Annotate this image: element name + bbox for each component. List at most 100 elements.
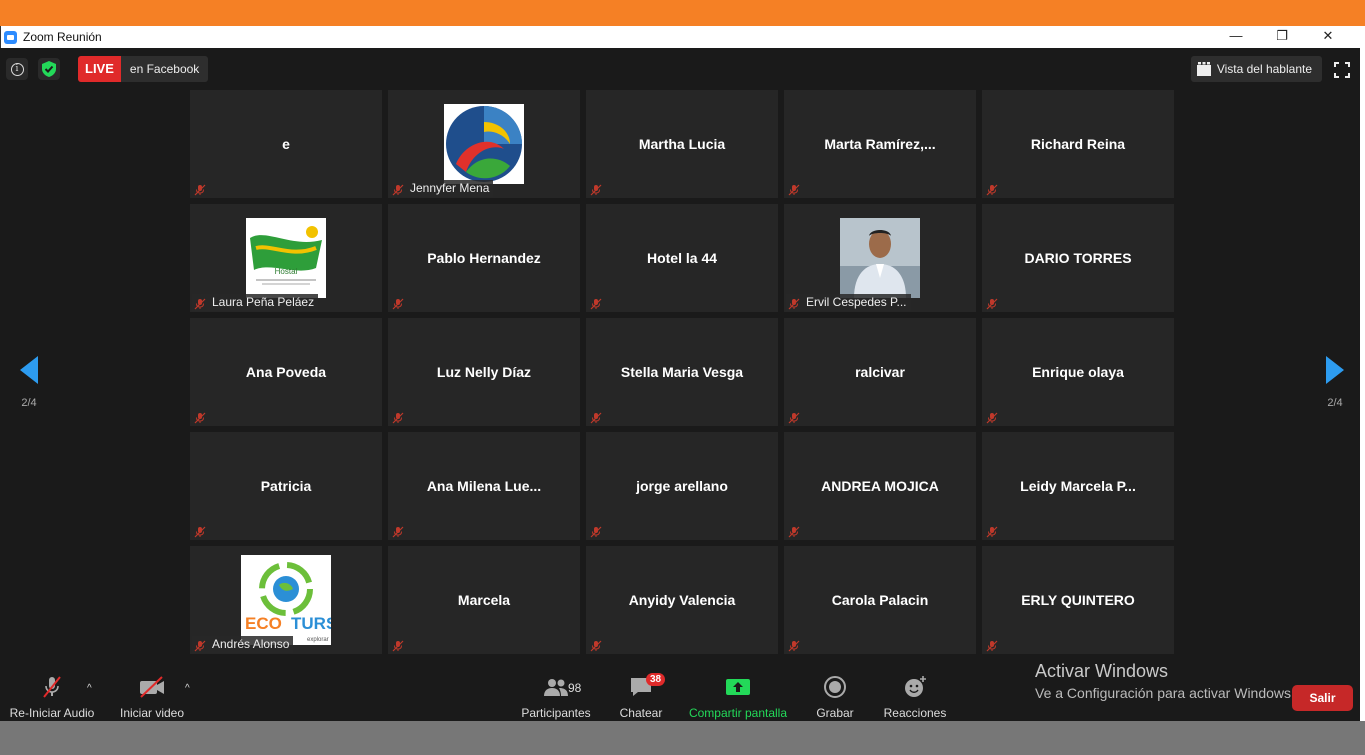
participant-tile[interactable]: Ervil Cespedes P... (784, 204, 976, 312)
muted-mic-icon (986, 183, 998, 196)
participants-button[interactable]: 98 Participantes (520, 675, 592, 720)
participant-name: e (282, 136, 290, 152)
meeting-info-bar: i LIVE en Facebook (6, 56, 209, 82)
participant-tile[interactable]: ralcivar (784, 318, 976, 426)
participant-tile[interactable]: Jennyfer Mena (388, 90, 580, 198)
chat-label: Chatear (619, 706, 663, 720)
participant-tile[interactable]: Anyidy Valencia (586, 546, 778, 654)
audio-label: Re-Iniciar Audio (9, 706, 95, 720)
video-options-chevron-icon[interactable]: ^ (185, 683, 190, 694)
share-screen-button[interactable]: Compartir pantalla (686, 675, 790, 720)
participant-tile[interactable]: Luz Nelly Díaz (388, 318, 580, 426)
live-stream-indicator[interactable]: LIVE en Facebook (78, 56, 209, 82)
participant-tile[interactable]: Pablo Hernandez (388, 204, 580, 312)
participant-avatar: ECO TURS explorar (241, 555, 331, 645)
arrow-left-icon (20, 356, 38, 384)
participant-name: Carola Palacin (831, 592, 929, 608)
participant-tile[interactable]: Marta Ramírez,... (784, 90, 976, 198)
muted-mic-icon (788, 411, 800, 424)
participant-tile[interactable]: Leidy Marcela P... (982, 432, 1174, 540)
muted-mic-icon (392, 183, 404, 196)
participant-tile[interactable]: Ana Poveda (190, 318, 382, 426)
watermark-title: Activar Windows (1035, 661, 1169, 681)
desktop-background (0, 721, 1365, 755)
minimize-button[interactable]: — (1213, 26, 1259, 48)
encryption-shield-icon[interactable] (38, 58, 60, 80)
participant-tile[interactable]: Stella Maria Vesga (586, 318, 778, 426)
speaker-view-button[interactable]: Vista del hablante (1190, 56, 1322, 82)
chat-unread-badge: 38 (646, 673, 666, 686)
muted-mic-icon (986, 411, 998, 424)
restore-button[interactable]: ❐ (1259, 26, 1305, 48)
participant-avatar (840, 218, 920, 298)
window-title: Zoom Reunión (23, 30, 102, 44)
participant-tile[interactable]: Patricia (190, 432, 382, 540)
share-screen-label: Compartir pantalla (688, 706, 788, 720)
muted-mic-icon (392, 297, 404, 310)
participant-name: Patricia (260, 478, 312, 494)
previous-page-button[interactable]: 2/4 (16, 356, 42, 409)
audio-button[interactable]: Re-Iniciar Audio (8, 675, 96, 720)
record-button[interactable]: Grabar (810, 675, 860, 720)
participant-tile[interactable]: ECO TURS explorar Andrés Alonso (190, 546, 382, 654)
participant-tile[interactable]: Martha Lucia (586, 90, 778, 198)
muted-mic-icon (590, 525, 602, 538)
muted-mic-icon (788, 639, 800, 652)
participant-tile[interactable]: Hotel la 44 (586, 204, 778, 312)
participant-avatar: Hostal (246, 218, 326, 298)
close-button[interactable]: ✕ (1305, 26, 1351, 48)
muted-mic-icon (986, 639, 998, 652)
participant-name: jorge arellano (636, 478, 728, 494)
video-button[interactable]: Iniciar video (112, 675, 192, 720)
muted-mic-icon (590, 297, 602, 310)
audio-options-chevron-icon[interactable]: ^ (87, 683, 92, 694)
participant-tile[interactable]: ANDREA MOJICA (784, 432, 976, 540)
participant-name: Stella Maria Vesga (620, 364, 744, 380)
participant-name: DARIO TORRES (1024, 250, 1132, 266)
next-page-button[interactable]: 2/4 (1322, 356, 1348, 409)
muted-mic-icon (194, 297, 206, 310)
participant-tile[interactable]: Ana Milena Lue... (388, 432, 580, 540)
leave-meeting-button[interactable]: Salir (1292, 685, 1353, 711)
hostal-logo-text: Hostal (275, 267, 298, 276)
video-off-icon (140, 676, 164, 698)
fullscreen-icon[interactable] (1334, 62, 1350, 78)
meeting-info-icon[interactable]: i (6, 58, 28, 80)
live-badge: LIVE (78, 56, 121, 82)
participant-name: Leidy Marcela P... (1020, 478, 1136, 494)
muted-mic-icon (590, 411, 602, 424)
record-label: Grabar (816, 706, 854, 720)
participant-name-label: Laura Peña Peláez (192, 294, 319, 311)
participant-tile[interactable]: e (190, 90, 382, 198)
participant-tile[interactable]: jorge arellano (586, 432, 778, 540)
record-icon (824, 676, 846, 698)
participants-label: Participantes (521, 706, 591, 720)
participant-gallery: e Jennyfer Mena Martha Lucia Marta Ramírez,… (190, 90, 1174, 654)
participant-name-label: Andrés Alonso (192, 636, 294, 653)
video-label: Iniciar video (119, 706, 185, 720)
participant-name: Martha Lucia (638, 136, 726, 152)
windows-activation-watermark: Activar Windows Ve a Configuración para … (1035, 661, 1295, 701)
participant-tile[interactable]: ERLY QUINTERO (982, 546, 1174, 654)
reactions-button[interactable]: Reacciones (882, 675, 948, 720)
participant-tile[interactable]: Richard Reina (982, 90, 1174, 198)
grid-view-icon (1196, 62, 1211, 76)
participant-tile[interactable]: DARIO TORRES (982, 204, 1174, 312)
participant-tile[interactable]: Enrique olaya (982, 318, 1174, 426)
speaker-view-label: Vista del hablante (1216, 62, 1312, 76)
share-screen-icon (726, 679, 750, 695)
participant-tile[interactable]: Carola Palacin (784, 546, 976, 654)
participant-tile[interactable]: Marcela (388, 546, 580, 654)
reactions-label: Reacciones (883, 706, 947, 720)
participant-name: Ana Poveda (245, 364, 327, 380)
muted-mic-icon (986, 297, 998, 310)
muted-mic-icon (788, 297, 800, 310)
participant-name: Luz Nelly Díaz (436, 364, 532, 380)
muted-mic-icon (194, 183, 206, 196)
muted-mic-icon (590, 183, 602, 196)
muted-mic-icon (986, 525, 998, 538)
page-indicator-right: 2/4 (1327, 397, 1343, 409)
participant-name: Anyidy Valencia (628, 592, 736, 608)
chat-button[interactable]: 38 Chatear (611, 673, 671, 720)
participant-tile[interactable]: Hostal Laura Peña Peláez (190, 204, 382, 312)
